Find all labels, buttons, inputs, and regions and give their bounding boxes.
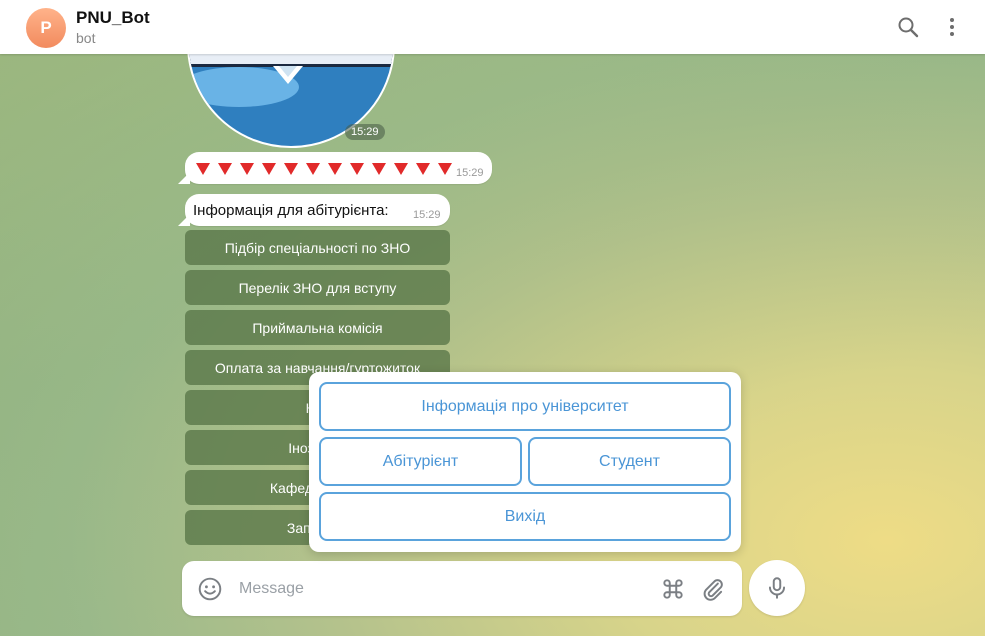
red-triangle-icon (262, 163, 276, 175)
university-info-button[interactable]: Інформація про університет (319, 382, 731, 431)
message-time: 15:29 (456, 167, 484, 179)
red-triangle-icon (372, 163, 386, 175)
red-triangle-icon (284, 163, 298, 175)
red-triangle-icon (394, 163, 408, 175)
message-input[interactable] (237, 573, 641, 605)
red-triangle-icon (306, 163, 320, 175)
emoji-icon[interactable] (197, 576, 223, 602)
attach-icon[interactable] (700, 576, 726, 602)
inline-button-admissions[interactable]: Приймальна комісія (185, 310, 450, 345)
chat-header: P PNU_Bot bot (0, 0, 985, 54)
mic-icon (768, 577, 786, 599)
red-triangle-icon (416, 163, 430, 175)
arrows-message: 15:29 (178, 152, 492, 184)
command-icon[interactable] (660, 576, 686, 602)
avatar[interactable]: P (26, 8, 66, 48)
student-button[interactable]: Студент (528, 437, 731, 486)
inline-button-subject-selection[interactable]: Підбір спеціальності по ЗНО (185, 230, 450, 265)
red-triangle-icon (350, 163, 364, 175)
chat-subtitle: bot (76, 30, 96, 46)
red-arrows-row (196, 162, 460, 180)
red-triangle-icon (196, 163, 210, 175)
red-triangle-icon (240, 163, 254, 175)
red-triangle-icon (328, 163, 342, 175)
inline-button-exam-list[interactable]: Перелік ЗНО для вступу (185, 270, 450, 305)
message-time: 15:29 (413, 209, 441, 221)
info-message: Інформація для абітурієнта: 15:29 (178, 194, 450, 226)
red-triangle-icon (438, 163, 452, 175)
info-text: Інформація для абітурієнта: (193, 202, 389, 219)
sticker-time: 15:29 (345, 124, 385, 140)
sticker-arrow-icon (273, 66, 303, 84)
more-vertical-icon[interactable] (940, 15, 964, 39)
reply-keyboard: Інформація про університет Абітурієнт Ст… (309, 372, 741, 552)
voice-record-button[interactable] (749, 560, 805, 616)
red-triangle-icon (218, 163, 232, 175)
chat-title[interactable]: PNU_Bot (76, 8, 150, 28)
search-icon[interactable] (896, 15, 920, 39)
exit-button[interactable]: Вихід (319, 492, 731, 541)
message-composer (182, 561, 742, 616)
applicant-button[interactable]: Абітурієнт (319, 437, 522, 486)
